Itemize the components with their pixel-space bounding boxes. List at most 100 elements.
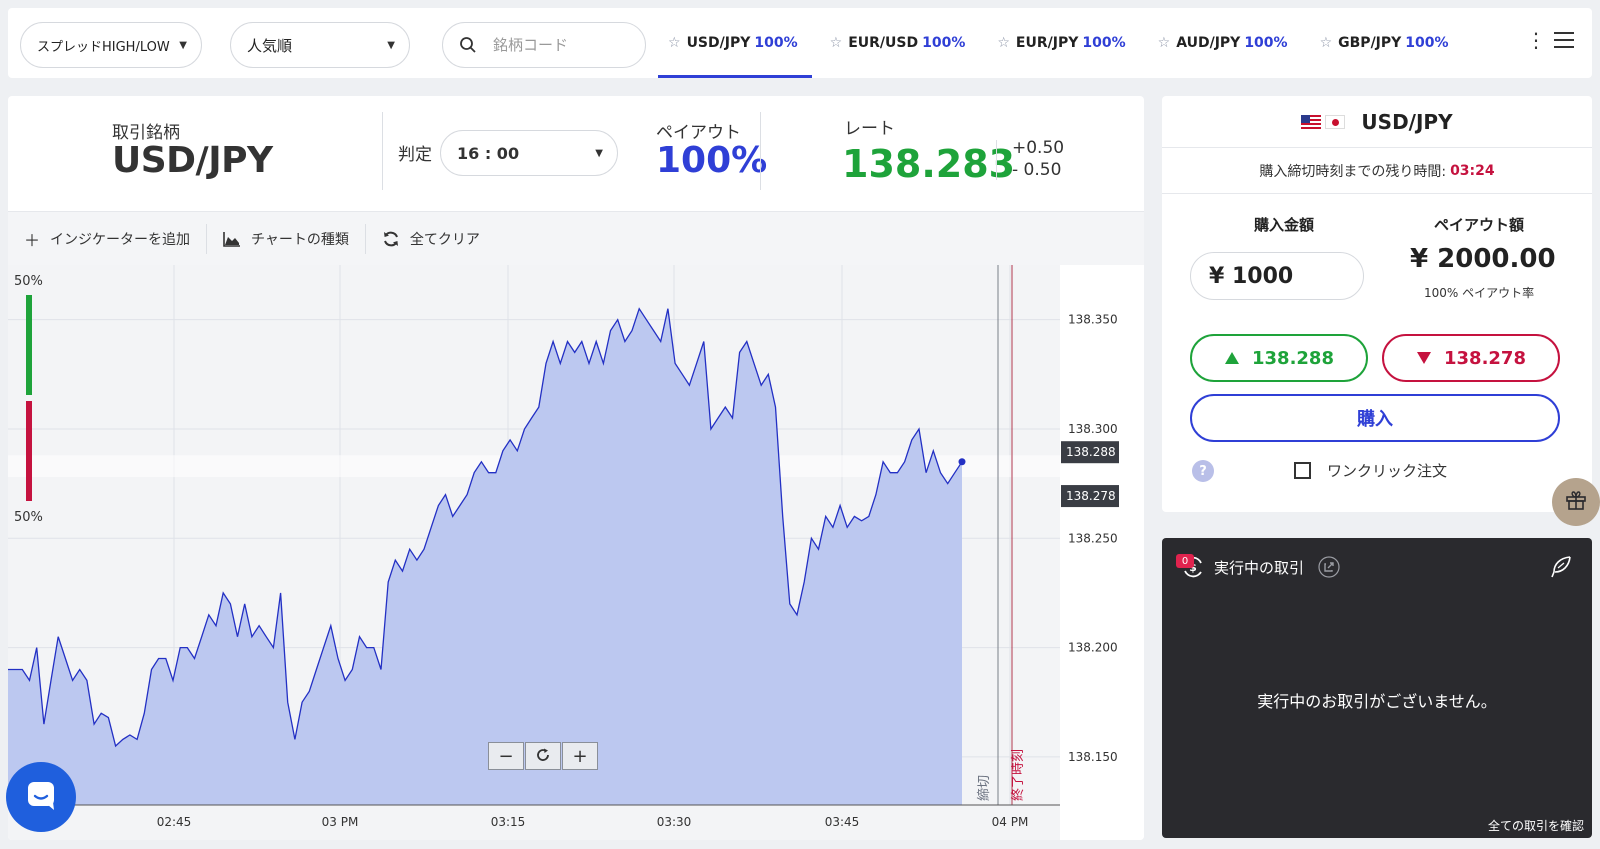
tab-pair-name: AUD/JPY	[1176, 35, 1241, 51]
zoom-reset-button[interactable]	[525, 742, 561, 770]
caret-down-icon: ▼	[387, 39, 395, 51]
divider	[760, 112, 761, 190]
one-click-checkbox[interactable]	[1294, 462, 1311, 479]
order-pair: USD/JPY	[1361, 109, 1453, 134]
sort-order-label: 人気順	[247, 36, 293, 55]
spread-filter-select[interactable]: スプレッドHIGH/LOW ▼	[20, 22, 202, 68]
buy-button[interactable]: 購入	[1190, 394, 1560, 442]
tab-eur-usd[interactable]: ☆ EUR/USD 100%	[820, 8, 980, 78]
buy-label: 購入	[1357, 409, 1393, 430]
amount-input[interactable]: ¥ 1000	[1190, 252, 1364, 300]
zoom-in-button[interactable]: +	[562, 742, 598, 770]
deadline-label: 締切	[976, 775, 992, 801]
minus-icon: −	[498, 745, 514, 767]
chat-icon	[24, 778, 58, 816]
judge-time-value: 16 : 00	[457, 143, 520, 163]
chart-toolbar: ＋ インジケーターを追加 チャートの種類 全てクリア	[8, 211, 1144, 265]
active-trades-header: $ 実行中の取引	[1180, 554, 1340, 580]
add-indicator-label: インジケーターを追加	[50, 231, 191, 248]
y-axis: 138.350 138.300 138.250 138.200 138.150	[1068, 313, 1118, 764]
zoom-controls: − +	[488, 742, 599, 770]
rate-label: レート	[844, 119, 895, 139]
feather-icon[interactable]	[1548, 554, 1574, 584]
rate-minus: - 0.50	[1012, 160, 1062, 180]
rate-value: 138.283	[842, 142, 1016, 186]
rate-plus: +0.50	[1012, 138, 1065, 158]
high-price: 138.288	[1252, 347, 1334, 369]
one-click-label: ワンクリック注文	[1327, 462, 1448, 480]
y-tick-label: 138.150	[1068, 750, 1118, 764]
payout-amount-value: ¥ 2000.00	[1410, 244, 1556, 274]
caret-down-icon: ▼	[595, 147, 603, 159]
deadline-label: 購入締切時刻までの残り時間:	[1259, 163, 1447, 180]
divider	[996, 140, 997, 180]
tab-pair-name: EUR/JPY	[1015, 35, 1079, 51]
one-click-toggle[interactable]: ワンクリック注文	[1294, 460, 1447, 481]
view-all-trades-link[interactable]: 全ての取引を確認	[1488, 817, 1584, 834]
help-icon[interactable]: ?	[1192, 460, 1214, 482]
us-flag-icon	[1301, 114, 1322, 129]
amount-label: 購入金額	[1254, 216, 1315, 234]
star-icon[interactable]: ☆	[830, 35, 843, 51]
star-icon[interactable]: ☆	[997, 35, 1010, 51]
main-panel: 取引銘柄 USD/JPY 判定 16 : 00 ▼ ペイアウト 100% レート…	[8, 96, 1144, 840]
x-tick-label: 02:45	[157, 815, 192, 829]
payout-rate: 100% ペイアウト率	[1424, 286, 1535, 300]
payout-amount-label: ペイアウト額	[1434, 216, 1525, 234]
low-price: 138.278	[1444, 347, 1526, 369]
price-tags: 138.288 138.278	[1061, 441, 1119, 508]
chart-type-label: チャートの種類	[251, 231, 349, 248]
judge-time-select[interactable]: 16 : 00 ▼	[440, 130, 618, 176]
refresh-icon	[536, 746, 550, 767]
chart-type-button[interactable]: チャートの種類	[207, 223, 366, 254]
refresh-icon	[382, 230, 400, 248]
ask-price-tag-label: 138.288	[1066, 445, 1116, 459]
symbol-value: USD/JPY	[112, 140, 273, 181]
end-time-label: 終了時刻	[1010, 749, 1026, 801]
tab-gbp-jpy[interactable]: ☆ GBP/JPY 100%	[1310, 8, 1463, 78]
kebab-menu-icon[interactable]: ⋮	[1526, 30, 1546, 50]
tab-pair-pct: 100%	[1244, 35, 1288, 51]
clear-all-button[interactable]: 全てクリア	[366, 224, 496, 254]
tab-pair-pct: 100%	[1082, 35, 1126, 51]
star-icon[interactable]: ☆	[1320, 35, 1333, 51]
zoom-out-button[interactable]: −	[488, 742, 524, 770]
tab-eur-jpy[interactable]: ☆ EUR/JPY 100%	[987, 8, 1139, 78]
y-tick-label: 138.300	[1068, 422, 1118, 436]
triangle-up-icon	[1224, 351, 1240, 365]
sort-order-select[interactable]: 人気順 ▼	[230, 22, 410, 68]
tab-pair-pct: 100%	[754, 35, 798, 51]
search-input[interactable]	[493, 36, 633, 54]
order-panel: USD/JPY 購入締切時刻までの残り時間: 03:24 購入金額 ペイアウト額…	[1162, 96, 1592, 512]
external-link-icon[interactable]	[1318, 556, 1340, 578]
x-tick-label: 03:15	[491, 815, 526, 829]
x-tick-label: 03 PM	[322, 815, 359, 829]
low-button[interactable]: 138.278	[1382, 334, 1560, 382]
tab-aud-jpy[interactable]: ☆ AUD/JPY 100%	[1148, 8, 1302, 78]
tab-pair-name: USD/JPY	[686, 35, 751, 51]
gift-button[interactable]	[1552, 478, 1600, 526]
pair-tabs: ☆ USD/JPY 100% ☆ EUR/USD 100% ☆ EUR/JPY …	[658, 8, 1471, 78]
clear-all-label: 全てクリア	[409, 231, 480, 248]
plus-icon: +	[572, 745, 588, 767]
x-tick-label: 03:45	[825, 815, 860, 829]
deadline-time: 03:24	[1450, 162, 1495, 179]
last-price-dot	[958, 458, 966, 466]
star-icon[interactable]: ☆	[668, 35, 681, 51]
star-icon[interactable]: ☆	[1158, 35, 1171, 51]
y-tick-label: 138.250	[1068, 531, 1118, 545]
high-button[interactable]: 138.288	[1190, 334, 1368, 382]
hamburger-menu-icon[interactable]	[1554, 32, 1574, 48]
payout-value: 100%	[656, 140, 768, 181]
sentiment-down-bar	[26, 401, 32, 501]
order-header: USD/JPY	[1162, 96, 1592, 148]
chat-button[interactable]	[6, 762, 76, 832]
y-tick-label: 138.200	[1068, 641, 1118, 655]
tab-usd-jpy[interactable]: ☆ USD/JPY 100%	[658, 8, 812, 78]
add-indicator-button[interactable]: ＋ インジケーターを追加	[8, 223, 208, 254]
tab-pair-pct: 100%	[1405, 35, 1449, 51]
y-tick-label: 138.350	[1068, 313, 1118, 327]
tab-pair-name: EUR/USD	[848, 35, 919, 51]
japan-flag-icon	[1325, 114, 1346, 129]
search-icon[interactable]	[457, 34, 479, 56]
